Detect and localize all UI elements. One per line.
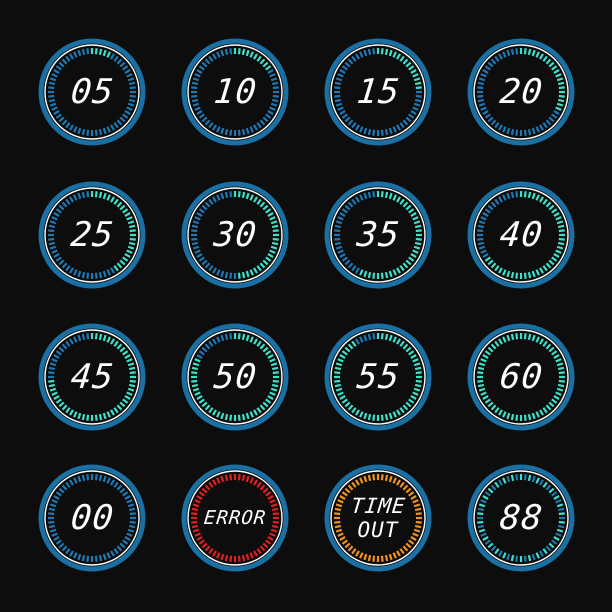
timer-label: 25 xyxy=(36,179,148,291)
timer-icon: 05 xyxy=(36,36,148,148)
timer-label-line2: OUT xyxy=(357,517,399,542)
timer-icon: 35 xyxy=(322,179,434,291)
timer-icon: 15 xyxy=(322,36,434,148)
timer-label: 20 xyxy=(465,36,577,148)
timer-label: ERROR xyxy=(179,462,291,574)
timer-icon: ERROR xyxy=(179,462,291,574)
timer-label: 15 xyxy=(322,36,434,148)
timer-icon: 50 xyxy=(179,321,291,433)
timer-icon: 55 xyxy=(322,321,434,433)
timer-label-line1: 35 xyxy=(354,215,402,255)
timer-label: 10 xyxy=(179,36,291,148)
timer-label-line1: 55 xyxy=(354,357,402,397)
timer-icon: 45 xyxy=(36,321,148,433)
timer-label: 05 xyxy=(36,36,148,148)
timer-label: 55 xyxy=(322,321,434,433)
timer-label-line1: ERROR xyxy=(202,506,268,529)
timer-icon: TIME OUT xyxy=(322,462,434,574)
timer-label: TIME OUT xyxy=(322,462,434,574)
timer-label-line1: TIME xyxy=(349,493,407,518)
timer-label: 50 xyxy=(179,321,291,433)
timer-label-line1: 45 xyxy=(68,357,116,397)
timer-icon: 60 xyxy=(465,321,577,433)
timer-label: 40 xyxy=(465,179,577,291)
timer-icon: 40 xyxy=(465,179,577,291)
timer-icon: 25 xyxy=(36,179,148,291)
timer-label-line1: 10 xyxy=(211,72,259,112)
timer-label-line1: 25 xyxy=(68,215,116,255)
timer-label: 35 xyxy=(322,179,434,291)
timer-label: 88 xyxy=(465,462,577,574)
timer-label: 30 xyxy=(179,179,291,291)
timer-label-line1: 50 xyxy=(211,357,259,397)
timer-label: 00 xyxy=(36,462,148,574)
timer-label-line1: 30 xyxy=(211,215,259,255)
timer-icon: 10 xyxy=(179,36,291,148)
timer-label-line1: 88 xyxy=(497,498,545,538)
timer-label-line1: 05 xyxy=(68,72,116,112)
timer-label-line1: 20 xyxy=(497,72,545,112)
timer-icon: 00 xyxy=(36,462,148,574)
timer-icon: 30 xyxy=(179,179,291,291)
timer-label-line1: 60 xyxy=(497,357,545,397)
timer-label: 60 xyxy=(465,321,577,433)
timer-label-line1: 00 xyxy=(68,498,116,538)
timer-label-line1: 40 xyxy=(497,215,545,255)
timer-icon: 20 xyxy=(465,36,577,148)
timer-icon: 88 xyxy=(465,462,577,574)
timer-label: 45 xyxy=(36,321,148,433)
timer-label-line1: 15 xyxy=(354,72,402,112)
